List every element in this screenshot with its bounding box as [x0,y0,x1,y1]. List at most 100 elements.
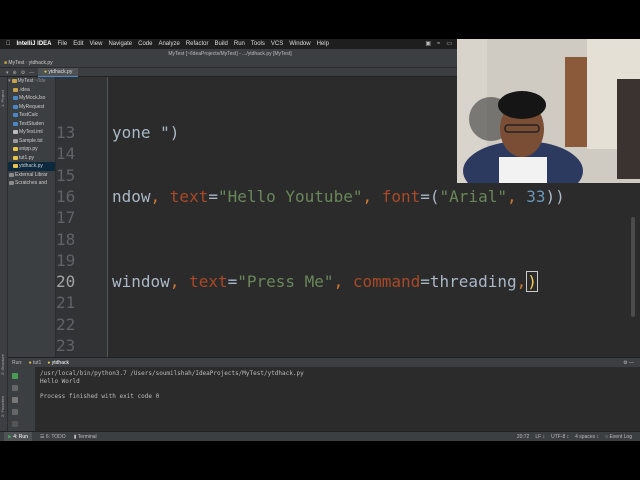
folder-icon [11,79,17,84]
expand-icon[interactable]: ▾ [8,77,11,86]
menu-view[interactable]: View [90,39,103,49]
line-separator[interactable]: LF ↕ [535,432,545,441]
tree-item[interactable]: Scratches and [8,179,55,188]
trash-icon[interactable] [12,421,18,427]
tree-item[interactable]: TestCalc [8,111,55,120]
java-class-icon [13,104,18,109]
tree-item-label: External Librar [15,171,48,178]
editor-tab-ytdhack[interactable]: ● ytdhack.py [38,68,79,77]
run-console[interactable]: /usr/local/bin/python3.7 /Users/soumilsh… [36,367,640,431]
webcam-person-image [457,39,640,183]
todo-tool-button[interactable]: ☰ 6: TODO [40,432,66,441]
tree-item[interactable]: ytdhack.py [8,162,55,171]
pin-icon[interactable] [12,409,18,415]
menu-run[interactable]: Run [234,39,245,49]
terminal-tool-button[interactable]: ▮ Terminal [74,432,97,441]
line-number: 17 [56,208,76,228]
rerun-icon[interactable] [12,373,18,379]
run-tool-button[interactable]: ▶ 4: Run [4,432,32,441]
code-token: = [208,186,218,206]
tree-item[interactable]: .idea [8,86,55,95]
breadcrumb-project[interactable]: MyTest [8,60,24,66]
menu-vcs[interactable]: VCS [271,39,283,49]
code-token: , [333,272,353,292]
console-line: Hello World [40,377,80,385]
screen-icon[interactable]: ▣ [425,39,431,49]
code-token: command [352,272,421,292]
menu-navigate[interactable]: Navigate [108,39,132,49]
stop-icon[interactable] [12,385,18,391]
tree-item[interactable]: MyRequest [8,103,55,112]
java-class-icon [13,121,18,126]
favorites-tool-button[interactable]: 2: Favorites [0,389,8,425]
run-tab-tut1[interactable]: ● tut1 [29,358,42,367]
tree-item[interactable]: tut1.py [8,154,55,163]
code-token: , [516,272,527,292]
apple-icon[interactable]:  [6,39,11,49]
pause-icon[interactable] [12,397,18,403]
tree-item[interactable]: MyMockJso [8,94,55,103]
event-log-button[interactable]: ○ Event Log [605,432,632,441]
line-number: 14 [56,144,76,164]
code-token: ) [526,271,538,293]
code-token: =( [420,186,440,206]
project-tool-button[interactable]: 1: Project [0,81,8,117]
run-panel-header: Run: ● tut1 ● ytdhack ⚙ — [8,357,640,367]
tree-item[interactable]: TestStuden [8,120,55,129]
run-tab-ytdhack[interactable]: ● ytdhack [47,358,69,367]
terminal-tool-label: Terminal [77,434,97,440]
indent-setting[interactable]: 4 spaces ↕ [575,432,599,441]
tree-item-label: ytdhack.py [19,163,43,169]
project-dropdown[interactable]: ▾ [6,70,9,76]
code-token: , [169,272,190,292]
hide-icon[interactable]: — [29,70,34,76]
menu-tools[interactable]: Tools [251,39,265,49]
gear-icon[interactable]: ⚙ [21,70,25,76]
line-number: 22 [56,314,76,334]
folder-icon [13,87,18,92]
battery-icon[interactable]: ▭ [446,39,452,49]
sync-icon[interactable]: ⊕ [13,70,17,76]
file-encoding[interactable]: UTF-8 ↕ [551,432,569,441]
menu-build[interactable]: Build [215,39,228,49]
menu-help[interactable]: Help [317,39,329,49]
tree-item-label: snipp.py [19,146,38,152]
menu-refactor[interactable]: Refactor [186,39,209,49]
python-file-icon: ● [44,69,48,75]
java-class-icon [13,113,18,118]
java-class-icon [13,96,18,101]
left-tool-stripe: 1: Project Z: Structure 2: Favorites [0,77,8,441]
tree-item-label: tut1.py [19,154,35,161]
todo-tool-label: 6: TODO [45,434,66,440]
tree-item-label: MyTest.iml [19,129,43,135]
breadcrumb-file[interactable]: ytdhack.py [29,60,53,66]
todo-icon: ☰ [39,434,45,440]
line-number: 16 [56,186,76,206]
screen-recording-frame:  IntelliJ IDEA File Edit View Navigate … [0,39,640,441]
code-token: , [150,186,170,206]
run-settings-icon[interactable]: ⚙ — [623,358,640,367]
tree-item-label: Scratches and [15,180,47,186]
tree-item[interactable]: snipp.py [8,145,55,154]
structure-tool-button[interactable]: Z: Structure [0,347,8,383]
tree-root[interactable]: ▾ MyTest ~/Ide [8,77,55,86]
menu-code[interactable]: Code [138,39,152,49]
wifi-icon[interactable]: ≈ [437,39,440,49]
tree-item[interactable]: External Librar [8,171,55,180]
tree-item[interactable]: Sample.txt [8,137,55,146]
code-token: "Hello Youtube" [217,186,363,206]
menu-edit[interactable]: Edit [73,39,83,49]
python-file-icon: ● [47,360,51,366]
line-number-gutter: 13 14 15 16 17 18 19 20 21 22 23 [56,77,108,357]
caret-position[interactable]: 20:72 [517,432,530,441]
webcam-overlay [457,39,640,183]
tree-item-label: TestStuden [19,120,45,127]
menu-analyze[interactable]: Analyze [158,39,179,49]
tree-item[interactable]: MyTest.iml [8,128,55,137]
menu-file[interactable]: File [58,39,68,49]
menu-window[interactable]: Window [289,39,310,49]
line-number: 18 [56,229,76,249]
app-menu[interactable]: IntelliJ IDEA [17,39,52,49]
editor-scrollbar[interactable] [631,217,635,317]
